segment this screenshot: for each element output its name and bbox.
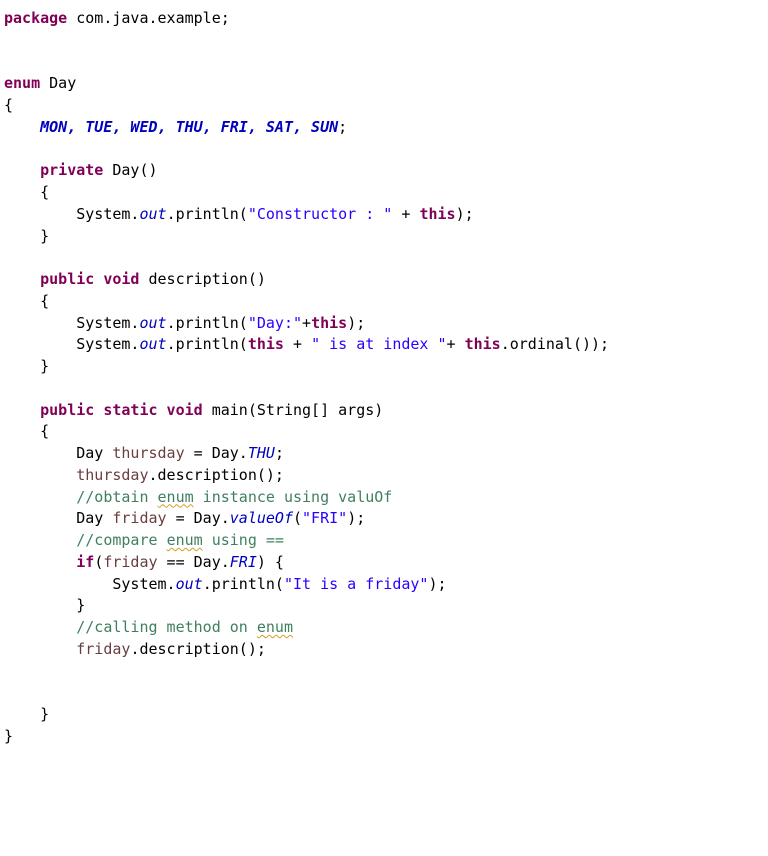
comment: //compare enum using == bbox=[76, 531, 284, 549]
string-literal: "Constructor : " bbox=[248, 205, 393, 223]
kw-public: public bbox=[40, 270, 94, 288]
println: .println( bbox=[167, 314, 248, 332]
stmt-end: ); bbox=[347, 314, 365, 332]
sys: System. bbox=[112, 575, 175, 593]
var-friday: friday bbox=[112, 509, 166, 527]
desc-call: .description(); bbox=[149, 466, 284, 484]
ordinal-call: .ordinal()); bbox=[501, 335, 609, 353]
var-thursday: thursday bbox=[112, 444, 184, 462]
string-literal: "FRI" bbox=[302, 509, 347, 527]
comment: //obtain enum instance using valuOf bbox=[76, 488, 392, 506]
kw-enum: enum bbox=[4, 74, 40, 92]
op-plus: + bbox=[447, 335, 465, 353]
ctor-name: Day() bbox=[103, 161, 157, 179]
enum-fri: FRI bbox=[230, 553, 257, 571]
out-field: out bbox=[176, 575, 203, 593]
var-friday: friday bbox=[76, 640, 130, 658]
assign: = Day. bbox=[167, 509, 230, 527]
out-field: out bbox=[139, 314, 166, 332]
comment: //calling method on enum bbox=[76, 618, 293, 636]
stmt-end: ); bbox=[456, 205, 474, 223]
kw-this: this bbox=[311, 314, 347, 332]
out-field: out bbox=[139, 335, 166, 353]
op-plus: + bbox=[284, 335, 311, 353]
paren: ( bbox=[293, 509, 302, 527]
method-name: description() bbox=[139, 270, 265, 288]
string-literal: "Day:" bbox=[248, 314, 302, 332]
kw-void: void bbox=[158, 401, 203, 419]
paren: ( bbox=[94, 553, 103, 571]
string-literal: " is at index " bbox=[311, 335, 446, 353]
println: .println( bbox=[167, 335, 248, 353]
valueof: valueOf bbox=[230, 509, 293, 527]
type-day: Day bbox=[76, 509, 112, 527]
enum-name: Day bbox=[40, 74, 76, 92]
stmt-end: ); bbox=[428, 575, 446, 593]
var-friday: friday bbox=[103, 553, 157, 571]
sys: System. bbox=[76, 205, 139, 223]
type-day: Day bbox=[76, 444, 112, 462]
kw-this: this bbox=[465, 335, 501, 353]
kw-private: private bbox=[40, 161, 103, 179]
op-plus: + bbox=[392, 205, 419, 223]
string-literal: "It is a friday" bbox=[284, 575, 429, 593]
assign: = Day. bbox=[185, 444, 248, 462]
kw-public: public bbox=[40, 401, 94, 419]
stmt-end: ); bbox=[347, 509, 365, 527]
desc-call: .description(); bbox=[130, 640, 265, 658]
enum-constants: MON, TUE, WED, THU, FRI, SAT, SUN bbox=[40, 118, 338, 136]
println: .println( bbox=[167, 205, 248, 223]
kw-package: package bbox=[4, 9, 67, 27]
kw-this: this bbox=[248, 335, 284, 353]
main-name: main(String[] args) bbox=[203, 401, 384, 419]
package-name: com.java.example; bbox=[67, 9, 230, 27]
op-plus: + bbox=[302, 314, 311, 332]
typo-enum: enum bbox=[158, 488, 194, 506]
kw-this: this bbox=[419, 205, 455, 223]
kw-static: static bbox=[94, 401, 157, 419]
code-block: package com.java.example; enum Day { MON… bbox=[4, 8, 760, 748]
sys: System. bbox=[76, 335, 139, 353]
typo-enum: enum bbox=[257, 618, 293, 636]
stmt-end: ; bbox=[275, 444, 284, 462]
kw-if: if bbox=[76, 553, 94, 571]
eq: == Day. bbox=[158, 553, 230, 571]
var-thursday: thursday bbox=[76, 466, 148, 484]
enum-thu: THU bbox=[248, 444, 275, 462]
kw-void: void bbox=[94, 270, 139, 288]
println: .println( bbox=[203, 575, 284, 593]
sys: System. bbox=[76, 314, 139, 332]
out-field: out bbox=[139, 205, 166, 223]
brace: ) { bbox=[257, 553, 284, 571]
typo-enum: enum bbox=[167, 531, 203, 549]
